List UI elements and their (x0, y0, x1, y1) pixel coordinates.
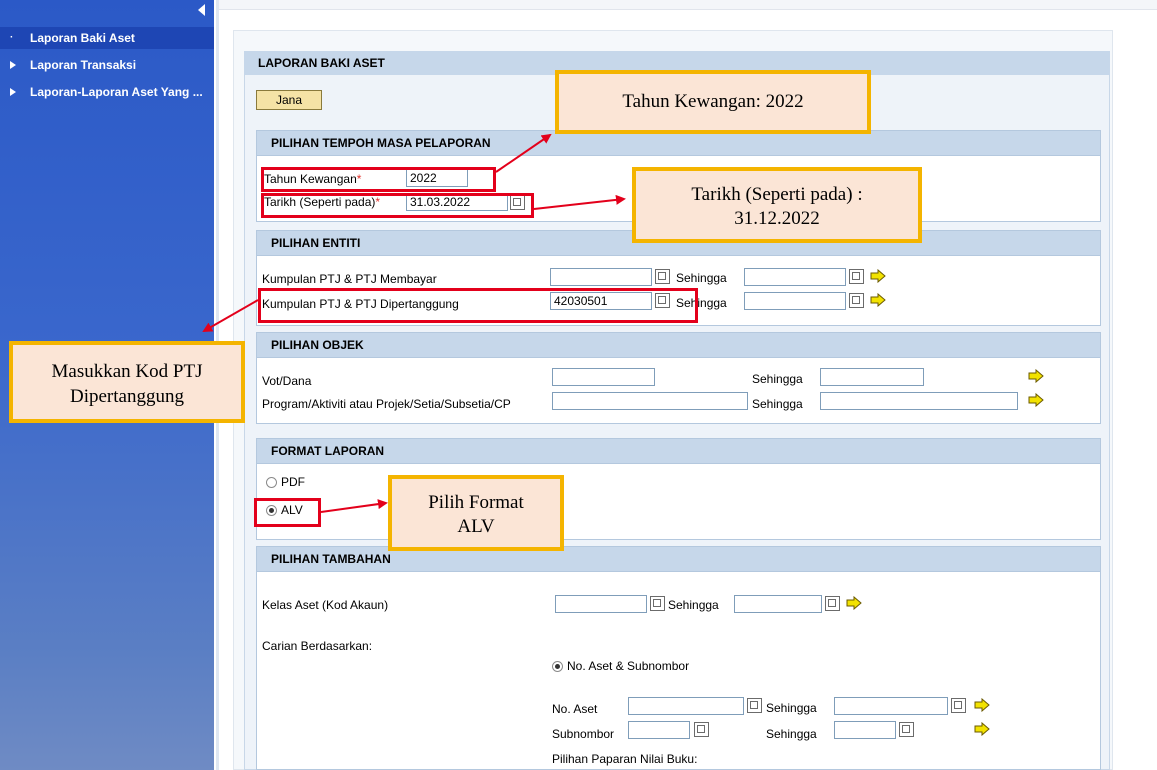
yellow-arrow-icon[interactable] (974, 722, 990, 736)
carian-label: Carian Berdasarkan: (262, 639, 373, 653)
pdf-label: PDF (281, 475, 305, 489)
f4-help-icon[interactable] (694, 722, 709, 737)
bullet-icon: · (10, 32, 14, 43)
top-bar (219, 0, 1157, 10)
sehingga-label: Sehingga (766, 727, 817, 741)
f4-help-icon[interactable] (747, 698, 762, 713)
section-header-tambahan: PILIHAN TAMBAHAN (256, 546, 1101, 572)
collapse-left-icon[interactable] (198, 4, 205, 16)
callout-kod-ptj-line1: Masukkan Kod PTJ (51, 361, 203, 382)
subnombor-label: Subnombor (552, 727, 615, 741)
f4-help-icon[interactable] (951, 698, 966, 713)
expand-triangle-icon (10, 61, 16, 69)
yellow-arrow-icon[interactable] (870, 269, 886, 283)
f4-help-icon[interactable] (849, 293, 864, 308)
section-body-objek (256, 358, 1101, 424)
program-aktiviti-to-input[interactable] (820, 392, 1018, 410)
f4-help-icon[interactable] (825, 596, 840, 611)
callout-kod-ptj: Masukkan Kod PTJ Dipertanggung (9, 341, 245, 423)
no-aset-label: No. Aset (552, 702, 598, 716)
yellow-arrow-icon[interactable] (870, 293, 886, 307)
pdf-radio[interactable] (266, 477, 277, 488)
no-aset-radio[interactable] (552, 661, 563, 672)
sehingga-label: Sehingga (676, 271, 727, 285)
ptj-membayar-to-input[interactable] (744, 268, 846, 286)
subnombor-input[interactable] (628, 721, 690, 739)
callout-kod-ptj-line2: Dipertanggung (70, 386, 184, 407)
f4-help-icon[interactable] (849, 269, 864, 284)
f4-help-icon[interactable] (650, 596, 665, 611)
callout-tarikh-line2: 31.12.2022 (734, 208, 820, 229)
section-body-format (256, 464, 1101, 540)
sehingga-label: Sehingga (752, 372, 803, 386)
f4-help-icon[interactable] (899, 722, 914, 737)
section-header-objek: PILIHAN OBJEK (256, 332, 1101, 358)
expand-triangle-icon (10, 88, 16, 96)
sidebar-item-laporan-transaksi[interactable]: Laporan Transaksi (0, 54, 214, 76)
vot-dana-input[interactable] (552, 368, 655, 386)
program-aktiviti-label: Program/Aktiviti atau Projek/Setia/Subse… (262, 397, 511, 411)
paparan-label: Pilihan Paparan Nilai Buku: (552, 752, 698, 766)
callout-format-alv-line2: ALV (457, 516, 495, 537)
f4-help-icon[interactable] (655, 269, 670, 284)
highlight-tarikh (261, 193, 534, 218)
no-aset-input[interactable] (628, 697, 744, 715)
sehingga-label: Sehingga (766, 701, 817, 715)
subnombor-to-input[interactable] (834, 721, 896, 739)
callout-format-alv: Pilih Format ALV (388, 475, 564, 551)
kelas-aset-input[interactable] (555, 595, 647, 613)
kelas-aset-to-input[interactable] (734, 595, 822, 613)
callout-tarikh-line1: Tarikh (Seperti pada) : (691, 184, 863, 205)
ptj-membayar-input[interactable] (550, 268, 652, 286)
sidebar-item-laporan-baki-aset[interactable]: · Laporan Baki Aset (0, 27, 214, 49)
yellow-arrow-icon[interactable] (974, 698, 990, 712)
highlight-ptj-dipertanggung (258, 288, 698, 323)
ptj-membayar-label: Kumpulan PTJ & PTJ Membayar (262, 272, 437, 286)
sidebar-item-label: Laporan-Laporan Aset Yang ... (30, 85, 203, 99)
section-header-format: FORMAT LAPORAN (256, 438, 1101, 464)
vot-dana-label: Vot/Dana (262, 374, 312, 388)
yellow-arrow-icon[interactable] (846, 596, 862, 610)
no-aset-to-input[interactable] (834, 697, 948, 715)
yellow-arrow-icon[interactable] (1028, 393, 1044, 407)
callout-tahun-kewangan: Tahun Kewangan: 2022 (555, 70, 871, 134)
sehingga-label: Sehingga (668, 598, 719, 612)
sidebar-item-laporan-laporan-aset[interactable]: Laporan-Laporan Aset Yang ... (0, 81, 214, 103)
callout-format-alv-line1: Pilih Format (428, 492, 524, 513)
yellow-arrow-icon[interactable] (1028, 369, 1044, 383)
vot-dana-to-input[interactable] (820, 368, 924, 386)
program-aktiviti-input[interactable] (552, 392, 748, 410)
no-aset-subnombor-label: No. Aset & Subnombor (567, 659, 690, 673)
highlight-tahun (261, 167, 496, 192)
callout-tarikh: Tarikh (Seperti pada) : 31.12.2022 (632, 167, 922, 243)
kelas-aset-label: Kelas Aset (Kod Akaun) (262, 598, 389, 612)
sidebar-item-label: Laporan Transaksi (30, 58, 137, 72)
sehingga-label: Sehingga (752, 397, 803, 411)
sidebar-item-label: Laporan Baki Aset (30, 31, 135, 45)
ptj-dipertanggung-to-input[interactable] (744, 292, 846, 310)
highlight-alv (254, 498, 321, 527)
jana-button[interactable]: Jana (256, 90, 322, 110)
